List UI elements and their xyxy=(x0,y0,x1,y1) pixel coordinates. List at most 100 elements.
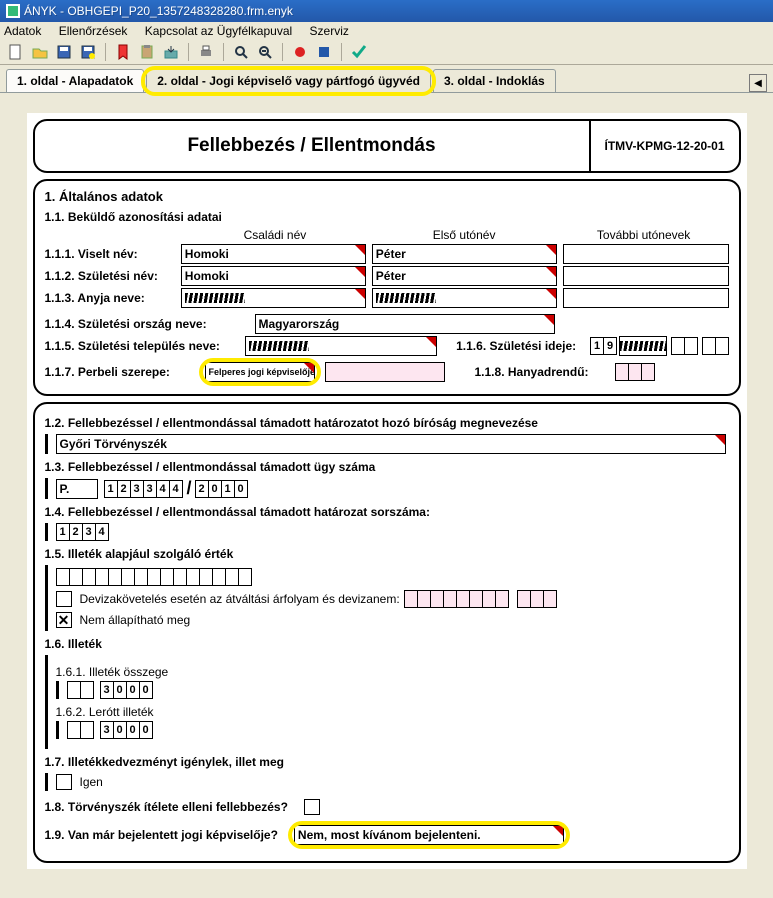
field-116-rest[interactable] xyxy=(619,336,667,356)
open-icon[interactable] xyxy=(30,42,50,62)
section-13-title: 1.3. Fellebbezéssel / ellentmondással tá… xyxy=(45,460,729,474)
bookmark-icon[interactable] xyxy=(113,42,133,62)
col-other-names: További utónevek xyxy=(559,228,729,242)
tab-bar: 1. oldal - Alapadatok 2. oldal - Jogi ké… xyxy=(0,65,773,93)
field-111-family[interactable]: Homoki xyxy=(181,244,366,264)
form-header: Fellebbezés / Ellentmondás ÍTMV-KPMG-12-… xyxy=(33,119,741,173)
blue-square-icon[interactable] xyxy=(314,42,334,62)
zoom-icon[interactable] xyxy=(231,42,251,62)
chk-15-deviza[interactable] xyxy=(56,591,72,607)
lbl-17-igen: Igen xyxy=(80,775,103,789)
toolbar-sep xyxy=(105,43,106,61)
field-118[interactable] xyxy=(615,363,655,381)
field-116-md2[interactable] xyxy=(702,337,729,355)
lbl-162: 1.6.2. Lerótt illeték xyxy=(56,705,729,719)
field-112-other[interactable] xyxy=(563,266,729,286)
section-1-title: 1. Általános adatok xyxy=(45,189,729,204)
lbl-15-deviza: Devizakövetelés esetén az átváltási árfo… xyxy=(80,592,400,606)
lbl-112: 1.1.2. Születési név: xyxy=(45,269,181,283)
field-14[interactable]: 1234 xyxy=(56,523,109,541)
red-dot-icon[interactable] xyxy=(290,42,310,62)
zoom-out-icon[interactable] xyxy=(255,42,275,62)
toolbar-sep xyxy=(341,43,342,61)
field-13-year[interactable]: 2010 xyxy=(195,480,248,498)
menu-ellenorzesek[interactable]: Ellenőrzések xyxy=(59,24,128,38)
section-14-title: 1.4. Fellebbezéssel / ellentmondással tá… xyxy=(45,505,729,519)
menu-kapcsolat[interactable]: Kapcsolat az Ügyfélkapuval xyxy=(145,24,292,38)
field-161b[interactable]: 3000 xyxy=(100,681,153,699)
section-19-title: 1.9. Van már bejelentett jogi képviselőj… xyxy=(45,828,278,842)
clipboard-icon[interactable] xyxy=(137,42,157,62)
field-12-court[interactable]: Győri Törvényszék xyxy=(56,434,726,454)
tab-page1[interactable]: 1. oldal - Alapadatok xyxy=(6,69,144,92)
section-12plus: 1.2. Fellebbezéssel / ellentmondással tá… xyxy=(33,402,741,863)
chk-15-nem[interactable]: ✕ xyxy=(56,612,72,628)
inbox-icon[interactable] xyxy=(161,42,181,62)
toolbar xyxy=(0,40,773,65)
section-12-title: 1.2. Fellebbezéssel / ellentmondással tá… xyxy=(45,416,729,430)
check-icon[interactable] xyxy=(349,42,369,62)
col-first-name: Első utónév xyxy=(370,228,559,242)
form-page: Fellebbezés / Ellentmondás ÍTMV-KPMG-12-… xyxy=(27,113,747,869)
form-code: ÍTMV-KPMG-12-20-01 xyxy=(589,121,739,171)
field-13-p[interactable]: P. xyxy=(56,479,98,499)
lbl-117: 1.1.7. Perbeli szerepe: xyxy=(45,365,205,379)
app-icon xyxy=(6,4,20,18)
menu-szerviz[interactable]: Szerviz xyxy=(310,24,349,38)
form-canvas: Fellebbezés / Ellentmondás ÍTMV-KPMG-12-… xyxy=(0,93,773,889)
field-113-other[interactable] xyxy=(563,288,729,308)
section-17-title: 1.7. Illetékkedvezményt igénylek, illet … xyxy=(45,755,729,769)
field-116-md[interactable] xyxy=(671,337,698,355)
field-15-amount[interactable] xyxy=(56,568,252,586)
save-icon[interactable] xyxy=(54,42,74,62)
lbl-161: 1.6.1. Illeték összege xyxy=(56,665,729,679)
toolbar-sep xyxy=(188,43,189,61)
field-113-first[interactable] xyxy=(372,288,557,308)
field-112-family[interactable]: Homoki xyxy=(181,266,366,286)
toolbar-sep xyxy=(282,43,283,61)
chk-18[interactable] xyxy=(304,799,320,815)
lbl-118: 1.1.8. Hanyadrendű: xyxy=(475,365,615,379)
field-114[interactable]: Magyarország xyxy=(255,314,555,334)
window-titlebar: ÁNYK - OBHGEPI_P20_1357248328280.frm.eny… xyxy=(0,0,773,22)
field-15-curr[interactable] xyxy=(517,590,557,608)
field-111-other[interactable] xyxy=(563,244,729,264)
new-file-icon[interactable] xyxy=(6,42,26,62)
field-162[interactable] xyxy=(67,721,94,739)
window-title: ÁNYK - OBHGEPI_P20_1357248328280.frm.eny… xyxy=(24,4,293,18)
field-111-first[interactable]: Péter xyxy=(372,244,557,264)
tab-page3[interactable]: 3. oldal - Indoklás xyxy=(433,69,556,92)
section-1: 1. Általános adatok 1.1. Beküldő azonosí… xyxy=(33,179,741,396)
tab-page2[interactable]: 2. oldal - Jogi képviselő vagy pártfogó … xyxy=(146,69,431,92)
form-title: Fellebbezés / Ellentmondás xyxy=(35,121,589,171)
field-112-first[interactable]: Péter xyxy=(372,266,557,286)
slash: / xyxy=(187,478,191,499)
section-16-title: 1.6. Illeték xyxy=(45,637,729,651)
section-11-title: 1.1. Beküldő azonosítási adatai xyxy=(45,210,729,224)
chk-17[interactable] xyxy=(56,774,72,790)
save-as-icon[interactable] xyxy=(78,42,98,62)
print-icon[interactable] xyxy=(196,42,216,62)
col-family-name: Családi név xyxy=(180,228,369,242)
menu-bar: Adatok Ellenőrzések Kapcsolat az Ügyfélk… xyxy=(0,22,773,40)
field-115[interactable] xyxy=(245,336,437,356)
lbl-114: 1.1.4. Születési ország neve: xyxy=(45,317,255,331)
field-15-rate[interactable] xyxy=(404,590,509,608)
field-117-role[interactable]: Felperes jogi képviselője xyxy=(205,362,315,382)
lbl-113: 1.1.3. Anyja neve: xyxy=(45,291,181,305)
section-15-title: 1.5. Illeték alapjául szolgáló érték xyxy=(45,547,729,561)
menu-adatok[interactable]: Adatok xyxy=(4,24,41,38)
lbl-15-nem: Nem állapítható meg xyxy=(80,613,191,627)
field-19[interactable]: Nem, most kívánom bejelenteni. xyxy=(294,825,564,845)
field-116-year[interactable]: 19 xyxy=(590,337,617,355)
toolbar-sep xyxy=(223,43,224,61)
tab-scroll-left[interactable]: ◀ xyxy=(749,74,767,92)
field-162b[interactable]: 3000 xyxy=(100,721,153,739)
lbl-116: 1.1.6. Születési ideje: xyxy=(456,339,590,353)
field-13-num[interactable]: 123344 xyxy=(104,480,183,498)
field-113-family[interactable] xyxy=(181,288,366,308)
section-18-title: 1.8. Törvényszék ítélete elleni fellebbe… xyxy=(45,800,288,814)
lbl-111: 1.1.1. Viselt név: xyxy=(45,247,181,261)
field-117-extra[interactable] xyxy=(325,362,445,382)
field-161[interactable] xyxy=(67,681,94,699)
